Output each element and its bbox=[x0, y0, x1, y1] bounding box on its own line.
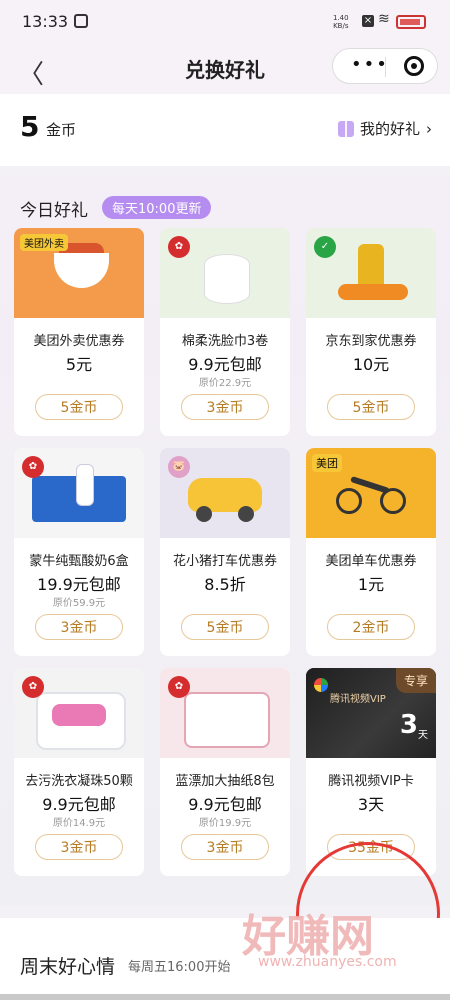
product-image: ✓ bbox=[306, 228, 436, 318]
coin-balance-bar: 5 金币 我的好礼 › bbox=[0, 94, 450, 166]
gift-name: 腾讯视频VIP卡 bbox=[328, 774, 414, 789]
coin-unit: 金币 bbox=[46, 121, 77, 139]
gift-icon bbox=[337, 120, 354, 137]
product-image: 🐷 bbox=[160, 448, 290, 538]
section-title: 今日好礼 bbox=[20, 201, 88, 221]
gift-card-tissues[interactable]: ✿ 蓝漂加大抽纸8包 9.9元包邮 原价19.9元 3金币 bbox=[160, 668, 290, 876]
gift-price: 9.9元包邮 bbox=[42, 795, 116, 814]
gift-price: 10元 bbox=[352, 355, 390, 374]
my-gifts-link[interactable]: 我的好礼 › bbox=[337, 118, 432, 139]
capsule-divider bbox=[385, 57, 386, 77]
status-bar: 13:33 1.40 KB/s × ≋ bbox=[0, 0, 450, 44]
battery-icon bbox=[396, 15, 426, 29]
wifi-icon: ≋ bbox=[378, 11, 390, 27]
coin-amount: 5 bbox=[20, 110, 40, 143]
original-price: 原价19.9元 bbox=[198, 818, 252, 829]
original-price: 原价22.9元 bbox=[198, 378, 252, 389]
network-speed-unit: KB/s bbox=[333, 22, 349, 30]
redeem-button[interactable]: 3金币 bbox=[35, 834, 123, 860]
meituan-waimai-badge: 美团外卖 bbox=[20, 234, 68, 251]
product-image: ✿ bbox=[14, 448, 144, 538]
watermark-url: www.zhuanyes.com bbox=[258, 954, 397, 970]
product-image: ✿ bbox=[160, 228, 290, 318]
gift-name: 蒙牛纯甄酸奶6盒 bbox=[29, 554, 129, 569]
original-price: 原价59.9元 bbox=[52, 598, 106, 609]
product-image: 美团外卖 bbox=[14, 228, 144, 318]
gift-price: 1元 bbox=[357, 575, 385, 594]
redeem-button[interactable]: 2金币 bbox=[327, 614, 415, 640]
gift-price: 3天 bbox=[357, 795, 385, 814]
brand-logo-icon: ✿ bbox=[22, 676, 44, 698]
product-image: 腾讯视频VIP 3 天 专享 bbox=[306, 668, 436, 758]
product-image: ✿ bbox=[160, 668, 290, 758]
gift-price: 5元 bbox=[65, 355, 93, 374]
gift-price: 9.9元包邮 bbox=[188, 795, 262, 814]
home-indicator bbox=[0, 994, 450, 1000]
gift-name: 美团外卖优惠券 bbox=[33, 334, 125, 349]
network-speed-value: 1.40 bbox=[333, 14, 349, 22]
brand-logo-icon: ✿ bbox=[22, 456, 44, 478]
chevron-right-icon: › bbox=[426, 119, 432, 138]
vip-day-unit: 天 bbox=[418, 730, 428, 741]
network-speed: 1.40 KB/s bbox=[333, 14, 349, 30]
weekend-subtitle: 每周五16:00开始 bbox=[128, 960, 231, 975]
top-nav: 〈 兑换好礼 ••• bbox=[0, 44, 450, 94]
vip-brand-text: 腾讯视频VIP bbox=[330, 694, 386, 705]
gift-name: 京东到家优惠券 bbox=[325, 334, 417, 349]
gift-name: 蓝漂加大抽纸8包 bbox=[175, 774, 275, 789]
huaxiaozhu-logo-icon: 🐷 bbox=[168, 456, 190, 478]
gift-name: 去污洗衣凝珠50颗 bbox=[25, 774, 133, 789]
gift-card-jd-daojia[interactable]: ✓ 京东到家优惠券 10元 5金币 bbox=[306, 228, 436, 436]
gift-card-yogurt[interactable]: ✿ 蒙牛纯甄酸奶6盒 19.9元包邮 原价59.9元 3金币 bbox=[14, 448, 144, 656]
gift-name: 棉柔洗脸巾3卷 bbox=[181, 334, 269, 349]
product-image: ✿ bbox=[14, 668, 144, 758]
sim-icon bbox=[74, 14, 88, 28]
meituan-badge: 美团 bbox=[312, 454, 342, 472]
gift-price: 9.9元包邮 bbox=[188, 355, 262, 374]
today-gifts-section: 今日好礼 每天10:00更新 美团外卖 美团外卖优惠券 5元 5金币 ✿ 棉柔洗… bbox=[0, 176, 450, 998]
status-time: 13:33 bbox=[22, 12, 69, 31]
gift-name: 花小猪打车优惠券 bbox=[172, 554, 277, 569]
redeem-button[interactable]: 3金币 bbox=[181, 834, 269, 860]
gift-name: 美团单车优惠券 bbox=[325, 554, 417, 569]
original-price: 原价14.9元 bbox=[52, 818, 106, 829]
gift-price: 8.5折 bbox=[204, 575, 246, 594]
brand-logo-icon: ✿ bbox=[168, 676, 190, 698]
gift-card-meituan-waimai[interactable]: 美团外卖 美团外卖优惠券 5元 5金币 bbox=[14, 228, 144, 436]
close-miniapp-button[interactable] bbox=[404, 56, 424, 76]
vip-days: 3 bbox=[399, 710, 418, 740]
no-sim-icon: × bbox=[362, 15, 374, 27]
jd-daojia-logo-icon: ✓ bbox=[314, 236, 336, 258]
redeem-button[interactable]: 3金币 bbox=[35, 614, 123, 640]
gift-card-laundry-pods[interactable]: ✿ 去污洗衣凝珠50颗 9.9元包邮 原价14.9元 3金币 bbox=[14, 668, 144, 876]
redeem-button[interactable]: 5金币 bbox=[35, 394, 123, 420]
gift-price: 19.9元包邮 bbox=[37, 575, 121, 594]
exclusive-badge: 专享 bbox=[395, 668, 436, 693]
gift-card-huaxiaozhu[interactable]: 🐷 花小猪打车优惠券 8.5折 5金币 bbox=[160, 448, 290, 656]
redeem-button[interactable]: 5金币 bbox=[181, 614, 269, 640]
brand-logo-icon: ✿ bbox=[168, 236, 190, 258]
tencent-video-logo-icon bbox=[314, 678, 328, 692]
product-image: 美团 bbox=[306, 448, 436, 538]
my-gifts-label: 我的好礼 bbox=[359, 120, 420, 138]
more-button[interactable]: ••• bbox=[351, 54, 389, 75]
redeem-button[interactable]: 5金币 bbox=[327, 394, 415, 420]
miniapp-capsule: ••• bbox=[332, 48, 438, 84]
update-time-badge: 每天10:00更新 bbox=[102, 196, 212, 219]
redeem-button[interactable]: 3金币 bbox=[181, 394, 269, 420]
gift-card-meituan-bike[interactable]: 美团 美团单车优惠券 1元 2金币 bbox=[306, 448, 436, 656]
weekend-title: 周末好心情 bbox=[20, 956, 116, 978]
gift-card-face-towel[interactable]: ✿ 棉柔洗脸巾3卷 9.9元包邮 原价22.9元 3金币 bbox=[160, 228, 290, 436]
